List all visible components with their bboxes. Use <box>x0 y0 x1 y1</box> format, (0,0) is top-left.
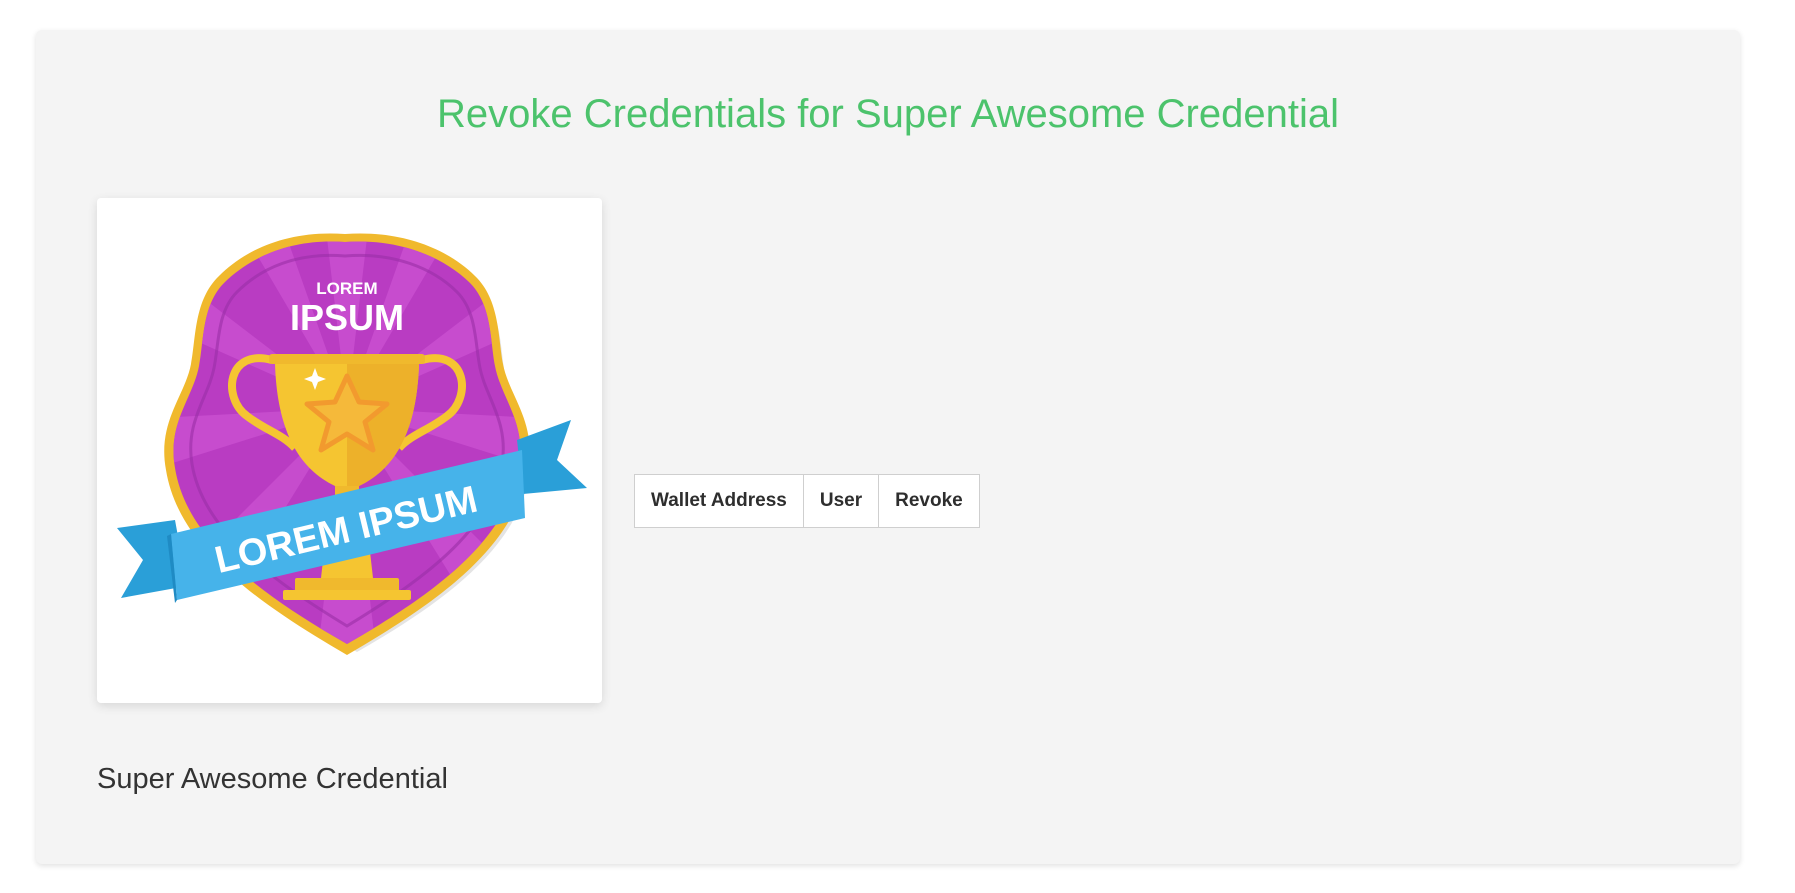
badge-main-text: IPSUM <box>290 297 404 338</box>
column-header-user: User <box>802 474 880 528</box>
credential-name: Super Awesome Credential <box>97 763 448 795</box>
column-header-revoke: Revoke <box>878 474 980 528</box>
page-title: Revoke Credentials for Super Awesome Cre… <box>437 92 1339 136</box>
credential-badge-image: LOREM IPSUM LOREM IPSUM <box>97 198 602 703</box>
revoke-credentials-card: Revoke Credentials for Super Awesome Cre… <box>36 30 1740 864</box>
column-header-wallet-address: Wallet Address <box>634 474 804 528</box>
table-header-row: Wallet Address User Revoke <box>634 474 980 528</box>
badge-top-text: LOREM <box>316 279 377 298</box>
credentials-table: Wallet Address User Revoke <box>634 474 980 528</box>
trophy-star-badge-icon: LOREM IPSUM LOREM IPSUM <box>117 233 587 655</box>
